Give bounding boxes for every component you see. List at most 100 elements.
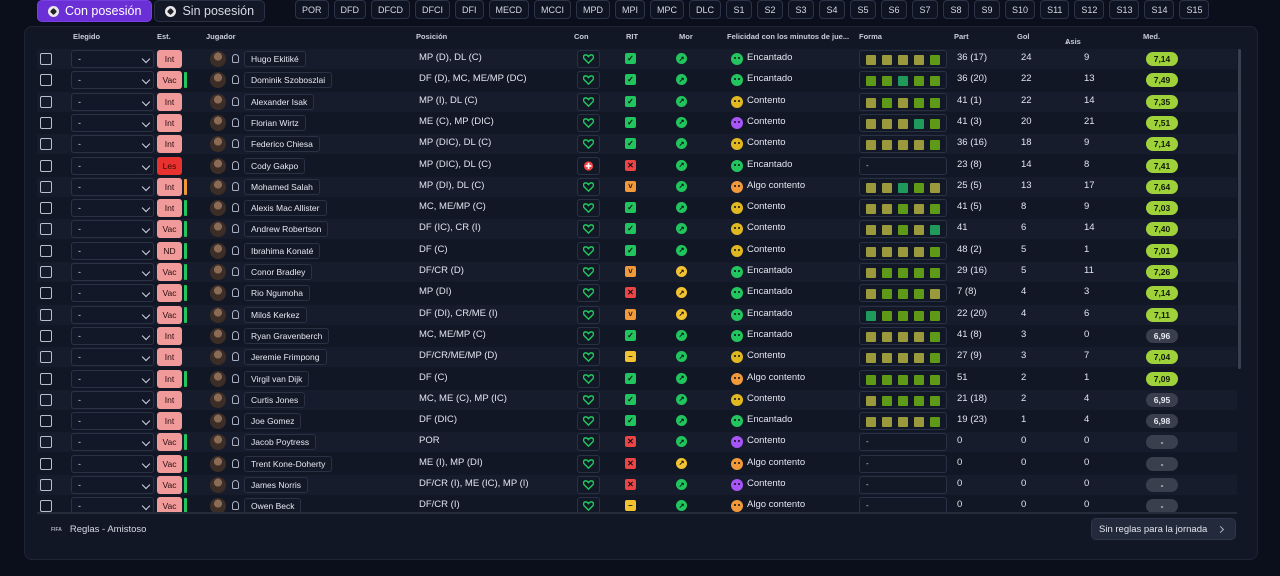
player-name[interactable]: Virgil van Dijk bbox=[244, 370, 310, 387]
chosen-dropdown[interactable]: - bbox=[71, 305, 154, 324]
table-row[interactable]: - Int Alexis Mac Allister MC, ME/MP (C) … bbox=[37, 198, 1237, 219]
chosen-dropdown[interactable]: - bbox=[71, 135, 154, 154]
select-checkbox[interactable] bbox=[40, 479, 52, 491]
player-name[interactable]: Florian Wirtz bbox=[244, 114, 306, 131]
player-name[interactable]: Owen Beck bbox=[244, 498, 302, 512]
select-checkbox[interactable] bbox=[40, 329, 52, 342]
select-checkbox[interactable] bbox=[40, 116, 52, 129]
condition-cell[interactable] bbox=[577, 156, 600, 175]
table-row[interactable]: - Vac Trent Kone-Doherty ME (I), MP (DI)… bbox=[37, 453, 1237, 474]
col-gol[interactable]: Gol bbox=[1017, 32, 1030, 41]
chosen-dropdown[interactable]: - bbox=[71, 348, 154, 367]
table-row[interactable]: - Int Virgil van Dijk DF (C) ✓ ↗ Algo co… bbox=[37, 368, 1237, 389]
col-med[interactable]: Med. bbox=[1143, 32, 1160, 41]
table-row[interactable]: - Vac Dominik Szoboszlai DF (D), MC, ME/… bbox=[37, 70, 1237, 91]
select-checkbox[interactable] bbox=[40, 95, 52, 108]
table-row[interactable]: - Int Jeremie Frimpong DF/CR/ME/MP (D) –… bbox=[37, 347, 1237, 368]
table-row[interactable]: - Int Ryan Gravenberch MC, ME/MP (C) ✓ ↗… bbox=[37, 325, 1237, 346]
player-name[interactable]: Hugo Ekitiké bbox=[244, 51, 306, 67]
chosen-dropdown[interactable]: - bbox=[71, 50, 154, 68]
filter-chip[interactable]: S9 bbox=[974, 0, 1001, 19]
table-row[interactable]: - Vac Andrew Robertson DF (IC), CR (I) ✓… bbox=[37, 219, 1237, 240]
table-row[interactable]: - Int Mohamed Salah MP (DI), DL (C) ˅ ↗ … bbox=[37, 176, 1237, 197]
filter-chip[interactable]: S2 bbox=[757, 0, 784, 19]
player-name[interactable]: Miloš Kerkez bbox=[244, 306, 307, 323]
table-row[interactable]: - ND Ibrahima Konaté DF (C) ✓ ↗ Contento… bbox=[37, 240, 1237, 261]
table-row[interactable]: - Vac James Norris DF/CR (I), ME (IC), M… bbox=[37, 475, 1237, 495]
condition-cell[interactable] bbox=[577, 263, 600, 281]
chosen-dropdown[interactable]: - bbox=[71, 433, 154, 452]
select-checkbox[interactable] bbox=[40, 415, 52, 428]
table-row[interactable]: - Vac Jacob Poytress POR ✕ ↗ Contento - … bbox=[37, 432, 1237, 453]
condition-cell[interactable] bbox=[577, 284, 600, 303]
filter-chip[interactable]: MCCI bbox=[534, 0, 572, 19]
select-checkbox[interactable] bbox=[40, 138, 52, 151]
condition-cell[interactable] bbox=[577, 50, 600, 68]
select-checkbox[interactable] bbox=[40, 308, 52, 321]
chosen-dropdown[interactable]: - bbox=[71, 284, 154, 303]
player-name[interactable]: Alexis Mac Allister bbox=[244, 200, 327, 217]
condition-cell[interactable] bbox=[577, 305, 600, 324]
chosen-dropdown[interactable]: - bbox=[71, 241, 154, 260]
player-name[interactable]: Ibrahima Konaté bbox=[244, 242, 321, 259]
player-name[interactable]: Joe Gomez bbox=[244, 413, 302, 430]
chosen-dropdown[interactable]: - bbox=[71, 156, 154, 175]
condition-cell[interactable] bbox=[577, 454, 600, 473]
chosen-dropdown[interactable]: - bbox=[71, 177, 154, 196]
condition-cell[interactable] bbox=[577, 177, 600, 196]
col-est[interactable]: Est. bbox=[157, 32, 171, 41]
filter-chip[interactable]: DFCD bbox=[371, 0, 411, 19]
condition-cell[interactable] bbox=[577, 92, 600, 111]
filter-chip[interactable]: S12 bbox=[1074, 0, 1105, 19]
chosen-dropdown[interactable]: - bbox=[71, 326, 154, 345]
filter-chip[interactable]: S11 bbox=[1040, 0, 1070, 19]
table-row[interactable]: - Int Hugo Ekitiké MP (D), DL (C) ✓ ↗ En… bbox=[37, 49, 1237, 69]
condition-cell[interactable] bbox=[577, 241, 600, 260]
col-con[interactable]: Con bbox=[574, 32, 589, 41]
table-row[interactable]: - Int Curtis Jones MC, ME (C), MP (IC) ✓… bbox=[37, 389, 1237, 410]
filter-chip[interactable]: MPC bbox=[650, 0, 685, 19]
player-name[interactable]: Mohamed Salah bbox=[244, 178, 320, 195]
table-row[interactable]: - Int Florian Wirtz ME (C), MP (DIC) ✓ ↗… bbox=[37, 112, 1237, 133]
filter-chip[interactable]: DLC bbox=[689, 0, 722, 19]
round-rules-button[interactable]: Sin reglas para la jornada bbox=[1091, 518, 1236, 540]
player-name[interactable]: Dominik Szoboszlai bbox=[244, 72, 333, 89]
col-jugador[interactable]: Jugador bbox=[206, 32, 236, 41]
table-row[interactable]: - Int Joe Gomez DF (DIC) ✓ ↗ Encantado 1… bbox=[37, 411, 1237, 432]
table-row[interactable]: - Vac Miloš Kerkez DF (DI), CR/ME (I) ˅ … bbox=[37, 304, 1237, 325]
col-part[interactable]: Part bbox=[954, 32, 969, 41]
condition-cell[interactable] bbox=[577, 135, 600, 154]
filter-chip[interactable]: DFI bbox=[455, 0, 484, 19]
player-name[interactable]: Trent Kone-Doherty bbox=[244, 455, 333, 472]
table-row[interactable]: - Vac Conor Bradley DF/CR (D) ˅ ↗ Encant… bbox=[37, 262, 1237, 282]
select-checkbox[interactable] bbox=[40, 266, 52, 278]
condition-cell[interactable] bbox=[577, 412, 600, 431]
condition-cell[interactable] bbox=[577, 326, 600, 345]
table-row[interactable]: - Vac Rio Ngumoha MP (DI) ✕ ↗ Encantado … bbox=[37, 283, 1237, 304]
table-row[interactable]: - Int Federico Chiesa MP (DIC), DL (C) ✓… bbox=[37, 134, 1237, 155]
filter-chip[interactable]: DFCI bbox=[415, 0, 451, 19]
player-name[interactable]: James Norris bbox=[244, 477, 309, 493]
select-checkbox[interactable] bbox=[40, 372, 52, 385]
filter-chip[interactable]: S4 bbox=[819, 0, 846, 19]
col-forma[interactable]: Forma bbox=[859, 32, 882, 41]
filter-chip[interactable]: MECD bbox=[488, 0, 530, 19]
without-possession-button[interactable]: Sin posesión bbox=[154, 0, 266, 22]
select-checkbox[interactable] bbox=[40, 500, 52, 512]
condition-cell[interactable] bbox=[577, 497, 600, 512]
player-name[interactable]: Curtis Jones bbox=[244, 391, 306, 408]
player-name[interactable]: Andrew Robertson bbox=[244, 221, 329, 238]
player-name[interactable]: Jacob Poytress bbox=[244, 434, 317, 451]
filter-chip[interactable]: MPI bbox=[615, 0, 646, 19]
select-checkbox[interactable] bbox=[40, 244, 52, 257]
chosen-dropdown[interactable]: - bbox=[71, 199, 154, 218]
select-checkbox[interactable] bbox=[40, 223, 52, 236]
col-felicidad[interactable]: Felicidad con los minutos de jue... bbox=[727, 32, 849, 41]
condition-cell[interactable] bbox=[577, 390, 600, 409]
player-name[interactable]: Alexander Isak bbox=[244, 93, 315, 110]
filter-chip[interactable]: S7 bbox=[912, 0, 939, 19]
vertical-scrollbar[interactable] bbox=[1238, 49, 1241, 369]
filter-chip[interactable]: S1 bbox=[726, 0, 753, 19]
col-rit[interactable]: RIT bbox=[626, 32, 638, 41]
condition-cell[interactable] bbox=[577, 220, 600, 239]
